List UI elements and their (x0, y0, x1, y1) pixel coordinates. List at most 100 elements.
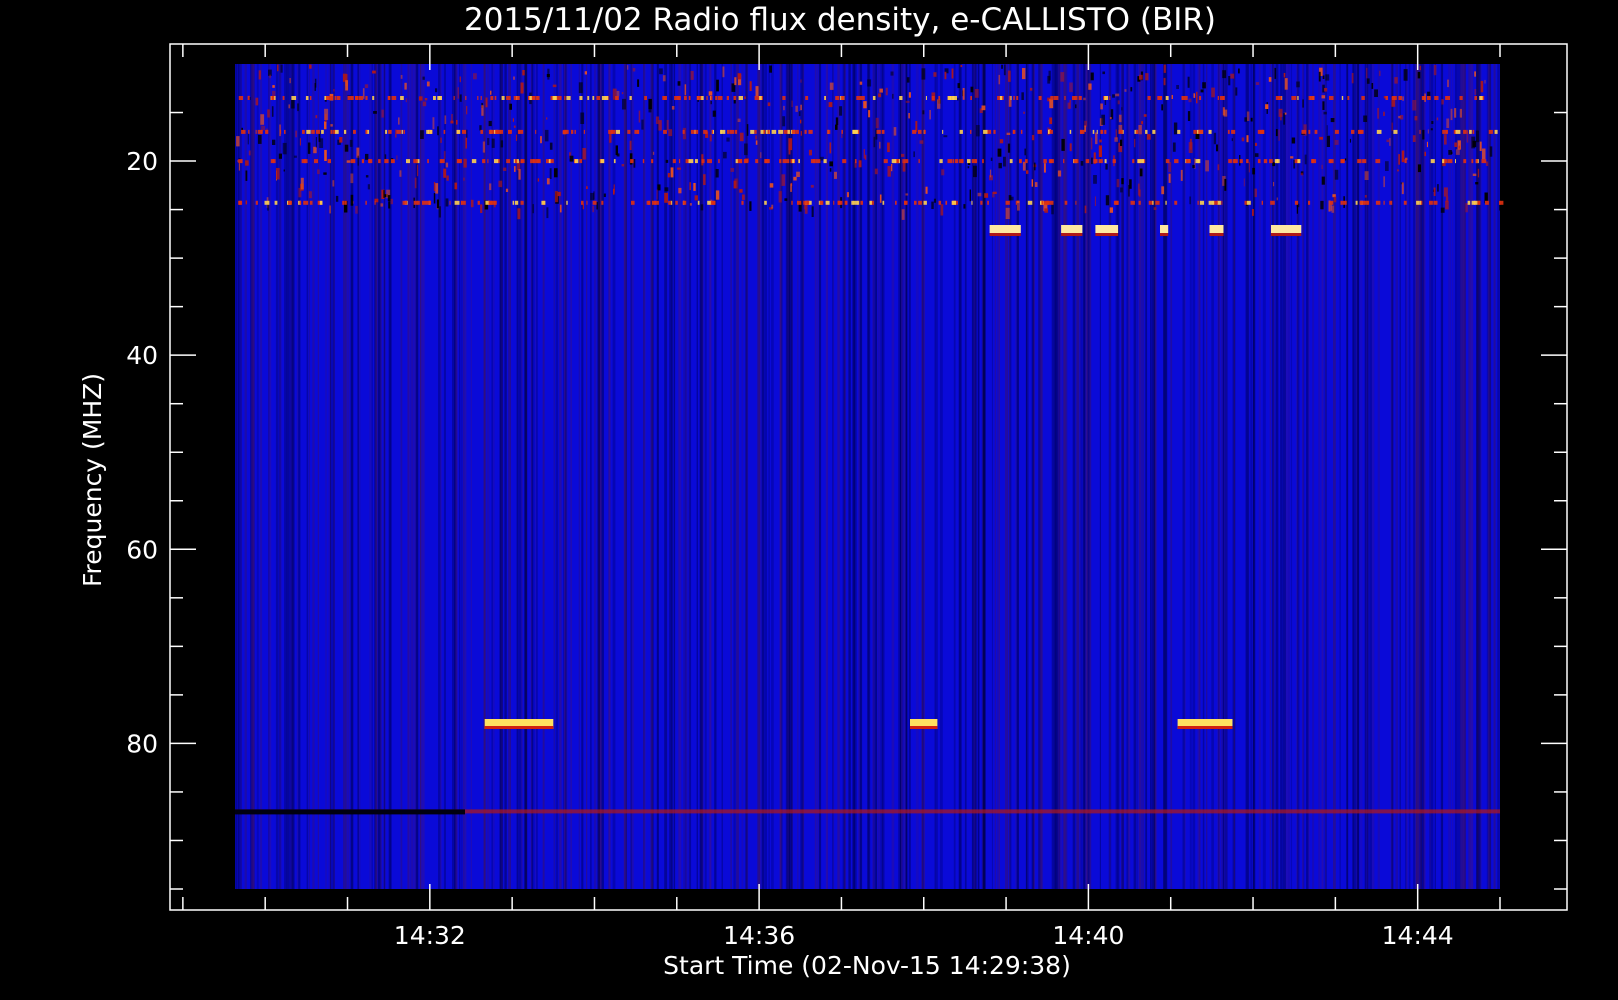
interference-line (787, 129, 790, 134)
interference-speck (733, 180, 737, 189)
interference-line (1152, 129, 1156, 134)
interference-speck (544, 129, 549, 142)
interference-speck (664, 187, 669, 192)
interference-speck (1193, 93, 1196, 98)
interference-line (1479, 96, 1483, 100)
interference-speck (1189, 196, 1191, 205)
interference-line (1132, 159, 1135, 164)
interference-speck (1385, 161, 1389, 171)
interference-speck (324, 149, 327, 161)
interference-line (841, 96, 845, 100)
interference-line (706, 96, 708, 100)
interference-line (1359, 129, 1363, 134)
interference-speck (255, 97, 259, 106)
interference-line (684, 96, 687, 100)
interference-speck (1008, 70, 1011, 82)
heatmap-streak (589, 64, 592, 889)
interference-speck (454, 182, 458, 190)
interference-line (494, 96, 497, 100)
interference-speck (887, 142, 890, 153)
interference-speck (793, 176, 797, 181)
interference-line (1073, 159, 1079, 164)
interference-line (703, 129, 708, 134)
interference-line (1314, 129, 1318, 134)
interference-line (975, 159, 978, 164)
interference-speck (703, 174, 706, 185)
interference-speck (1268, 77, 1272, 82)
interference-speck (908, 92, 911, 98)
interference-line (764, 200, 767, 205)
interference-speck (422, 76, 425, 80)
interference-speck (269, 74, 271, 78)
interference-speck (554, 168, 558, 178)
interference-line (1463, 159, 1467, 164)
interference-line (918, 129, 922, 134)
interference-speck (388, 201, 391, 209)
interference-speck (1173, 122, 1178, 135)
interference-speck (891, 164, 893, 172)
interference-speck (878, 93, 882, 98)
interference-line (856, 96, 861, 100)
interference-speck (481, 105, 484, 116)
interference-speck (1115, 93, 1120, 97)
heatmap-streak (875, 64, 877, 889)
interference-speck (999, 139, 1004, 144)
interference-speck (517, 208, 521, 220)
interference-line (1177, 129, 1181, 134)
interference-line (1246, 200, 1251, 205)
interference-line (1231, 129, 1236, 134)
heatmap-streak (1371, 64, 1375, 889)
heatmap-streak (286, 64, 290, 889)
heatmap-streak (1318, 64, 1321, 889)
interference-line (1048, 129, 1050, 134)
interference-speck (722, 66, 725, 78)
interference-speck (1176, 85, 1179, 89)
interference-speck (546, 74, 550, 78)
interference-line (541, 200, 546, 205)
interference-line (520, 159, 525, 164)
heatmap-streak (872, 64, 875, 889)
interference-speck (1419, 65, 1421, 71)
interference-line (247, 96, 250, 100)
interference-speck (925, 186, 928, 194)
interference-speck (798, 111, 801, 117)
interference-speck (1366, 78, 1370, 84)
interference-speck (867, 79, 872, 87)
heatmap-streak (306, 64, 308, 889)
interference-speck (1320, 200, 1324, 210)
interference-line (938, 200, 942, 205)
interference-speck (1001, 64, 1003, 69)
chart-title: 2015/11/02 Radio flux density, e-CALLIST… (464, 2, 1216, 38)
heatmap-streak (764, 64, 768, 889)
heatmap-streak (357, 64, 359, 889)
interference-speck (307, 142, 311, 154)
interference-line (1375, 200, 1381, 205)
interference-speck (381, 109, 384, 118)
interference-line (566, 200, 568, 205)
interference-line (918, 200, 922, 205)
interference-speck (365, 175, 369, 178)
interference-line (391, 96, 397, 100)
interference-line (579, 96, 583, 100)
interference-line (441, 159, 445, 164)
interference-line (824, 96, 826, 100)
interference-line (767, 129, 770, 134)
interference-speck (622, 98, 626, 110)
interference-speck (1196, 91, 1198, 104)
interference-line (1442, 129, 1447, 134)
interference-speck (902, 161, 906, 172)
interference-line (733, 96, 737, 100)
interference-speck (346, 160, 351, 163)
interference-speck (432, 117, 435, 130)
interference-speck (365, 153, 369, 160)
heatmap-streak (757, 64, 761, 889)
heatmap-streak (1462, 64, 1466, 889)
heatmap-streak (699, 64, 701, 889)
interference-line (860, 96, 865, 100)
interference-line (711, 129, 713, 134)
heatmap-streak (696, 64, 698, 889)
interference-speck (1455, 149, 1460, 155)
interference-speck (1088, 83, 1092, 90)
interference-line (891, 159, 897, 164)
interference-speck (1472, 173, 1477, 176)
